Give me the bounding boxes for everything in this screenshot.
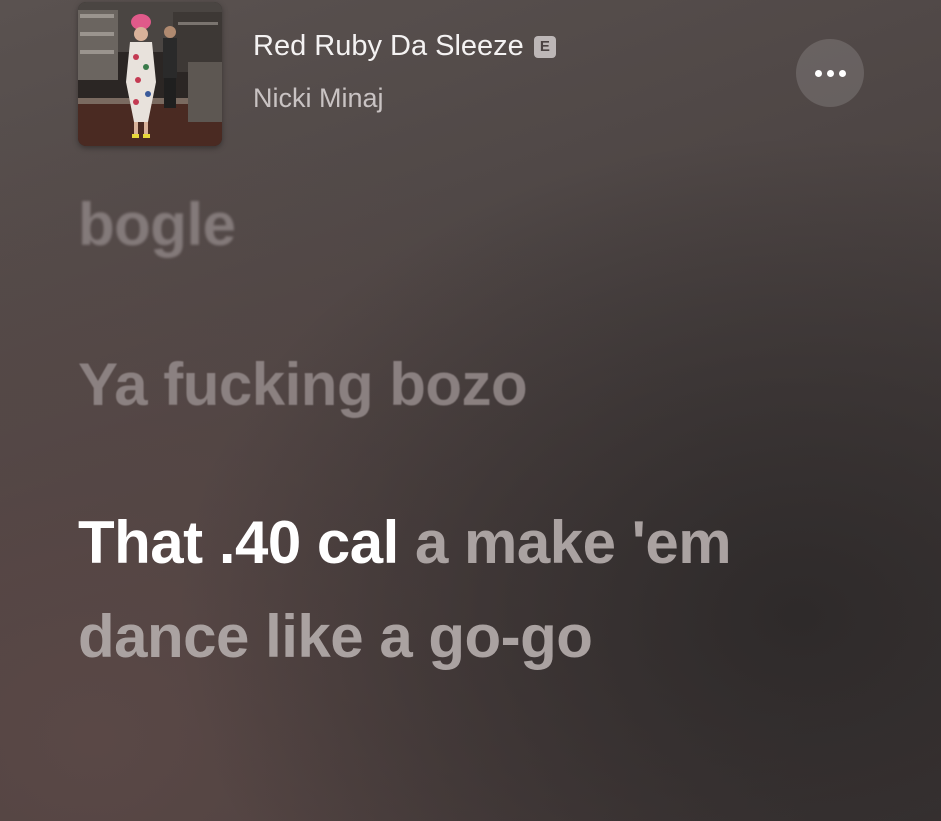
- ellipsis-icon-dot-3: [838, 69, 846, 77]
- song-title: Red Ruby Da Sleeze: [253, 30, 524, 62]
- artist-name[interactable]: Nicki Minaj: [253, 83, 384, 114]
- explicit-badge: E: [533, 35, 556, 58]
- ellipsis-icon-dot-1: [814, 69, 822, 77]
- lyric-line-current[interactable]: That .40 cal a make 'em dance like a go-…: [78, 496, 878, 684]
- lyric-line-previous[interactable]: Ya fucking bozo: [78, 350, 528, 419]
- song-title-row[interactable]: Red Ruby Da Sleeze E: [253, 30, 556, 63]
- more-options-button[interactable]: [796, 39, 864, 107]
- lyric-line-past[interactable]: bogle: [78, 190, 236, 259]
- lyric-sung-portion: That .40 cal: [78, 509, 399, 576]
- ellipsis-icon-dot-2: [826, 69, 834, 77]
- faded-lyric-above: [78, 120, 678, 160]
